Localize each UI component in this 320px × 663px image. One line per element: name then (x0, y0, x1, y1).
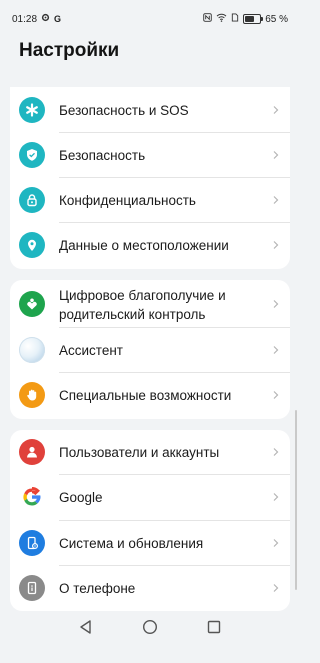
settings-item-label: Специальные возможности (59, 388, 232, 403)
settings-item-system-updates[interactable]: Система и обновления (10, 521, 290, 566)
location-pin-icon (19, 232, 45, 258)
phone-settings-icon (19, 530, 45, 556)
chevron-right-icon (273, 241, 279, 249)
chevron-right-icon (273, 300, 279, 308)
settings-item-security-sos[interactable]: Безопасность и SOS (10, 87, 290, 133)
battery-icon (243, 14, 264, 24)
user-icon (19, 439, 45, 465)
battery-percent: 65 % (265, 13, 288, 25)
settings-item-privacy[interactable]: Конфиденциальность (10, 178, 290, 223)
settings-item-security[interactable]: Безопасность (10, 133, 290, 178)
settings-item-label: Безопасность (59, 148, 146, 163)
settings-item-users-accounts[interactable]: Пользователи и аккаунты (10, 430, 290, 475)
settings-item-label: Google (59, 490, 103, 505)
wifi-icon (216, 13, 227, 25)
lock-icon (19, 187, 45, 213)
chevron-right-icon (273, 584, 279, 592)
settings-item-label: Пользователи и аккаунты (59, 445, 220, 460)
settings-item-label: О телефоне (59, 581, 136, 596)
status-left: 01:28 G (12, 13, 61, 25)
assistant-orb-icon (19, 337, 45, 363)
settings-group-1: Безопасность и SOS Безопасность Конфиден… (10, 87, 290, 269)
status-bar: 01:28 G 65 % (0, 0, 300, 36)
nfc-icon (203, 13, 212, 25)
settings-item-label: Данные о местоположении (59, 238, 229, 253)
asterisk-icon (19, 97, 45, 123)
chevron-right-icon (273, 106, 279, 114)
chevron-right-icon (273, 448, 279, 456)
chevron-right-icon (273, 539, 279, 547)
chevron-right-icon (273, 346, 279, 354)
phone-info-icon (19, 575, 45, 601)
settings-item-label: Конфиденциальность (59, 193, 196, 208)
recents-square-icon[interactable] (204, 617, 224, 637)
settings-item-digital-wellbeing[interactable]: Цифровое благополучие и родительский кон… (10, 280, 290, 328)
settings-item-label: Безопасность и SOS (59, 103, 189, 118)
home-circle-icon[interactable] (140, 617, 160, 637)
settings-item-accessibility[interactable]: Специальные возможности (10, 373, 290, 419)
settings-item-location[interactable]: Данные о местоположении (10, 223, 290, 269)
hand-icon (19, 382, 45, 408)
status-time: 01:28 (12, 13, 38, 25)
google-icon (19, 484, 45, 510)
settings-group-3: Пользователи и аккаунты Google Система и… (10, 430, 290, 611)
chevron-right-icon (273, 151, 279, 159)
back-triangle-icon[interactable] (76, 617, 96, 637)
settings-item-label: Ассистент (59, 343, 123, 358)
navigation-bar (0, 605, 300, 663)
chevron-right-icon (273, 391, 279, 399)
shield-check-icon (19, 142, 45, 168)
chevron-right-icon (273, 493, 279, 501)
scrollbar[interactable] (295, 410, 297, 590)
sim-icon (231, 13, 239, 25)
digital-wellbeing-icon (19, 291, 45, 317)
settings-item-label: Цифровое благополучие и родительский кон… (59, 288, 226, 322)
settings-item-google[interactable]: Google (10, 475, 290, 521)
chevron-right-icon (273, 196, 279, 204)
status-right: 65 % (203, 13, 288, 25)
google-g-icon: G (54, 14, 62, 24)
settings-item-assistant[interactable]: Ассистент (10, 328, 290, 373)
settings-item-label: Система и обновления (59, 536, 204, 551)
settings-group-2: Цифровое благополучие и родительский кон… (10, 280, 290, 419)
page-title: Настройки (19, 40, 120, 61)
gear-icon (41, 13, 50, 25)
